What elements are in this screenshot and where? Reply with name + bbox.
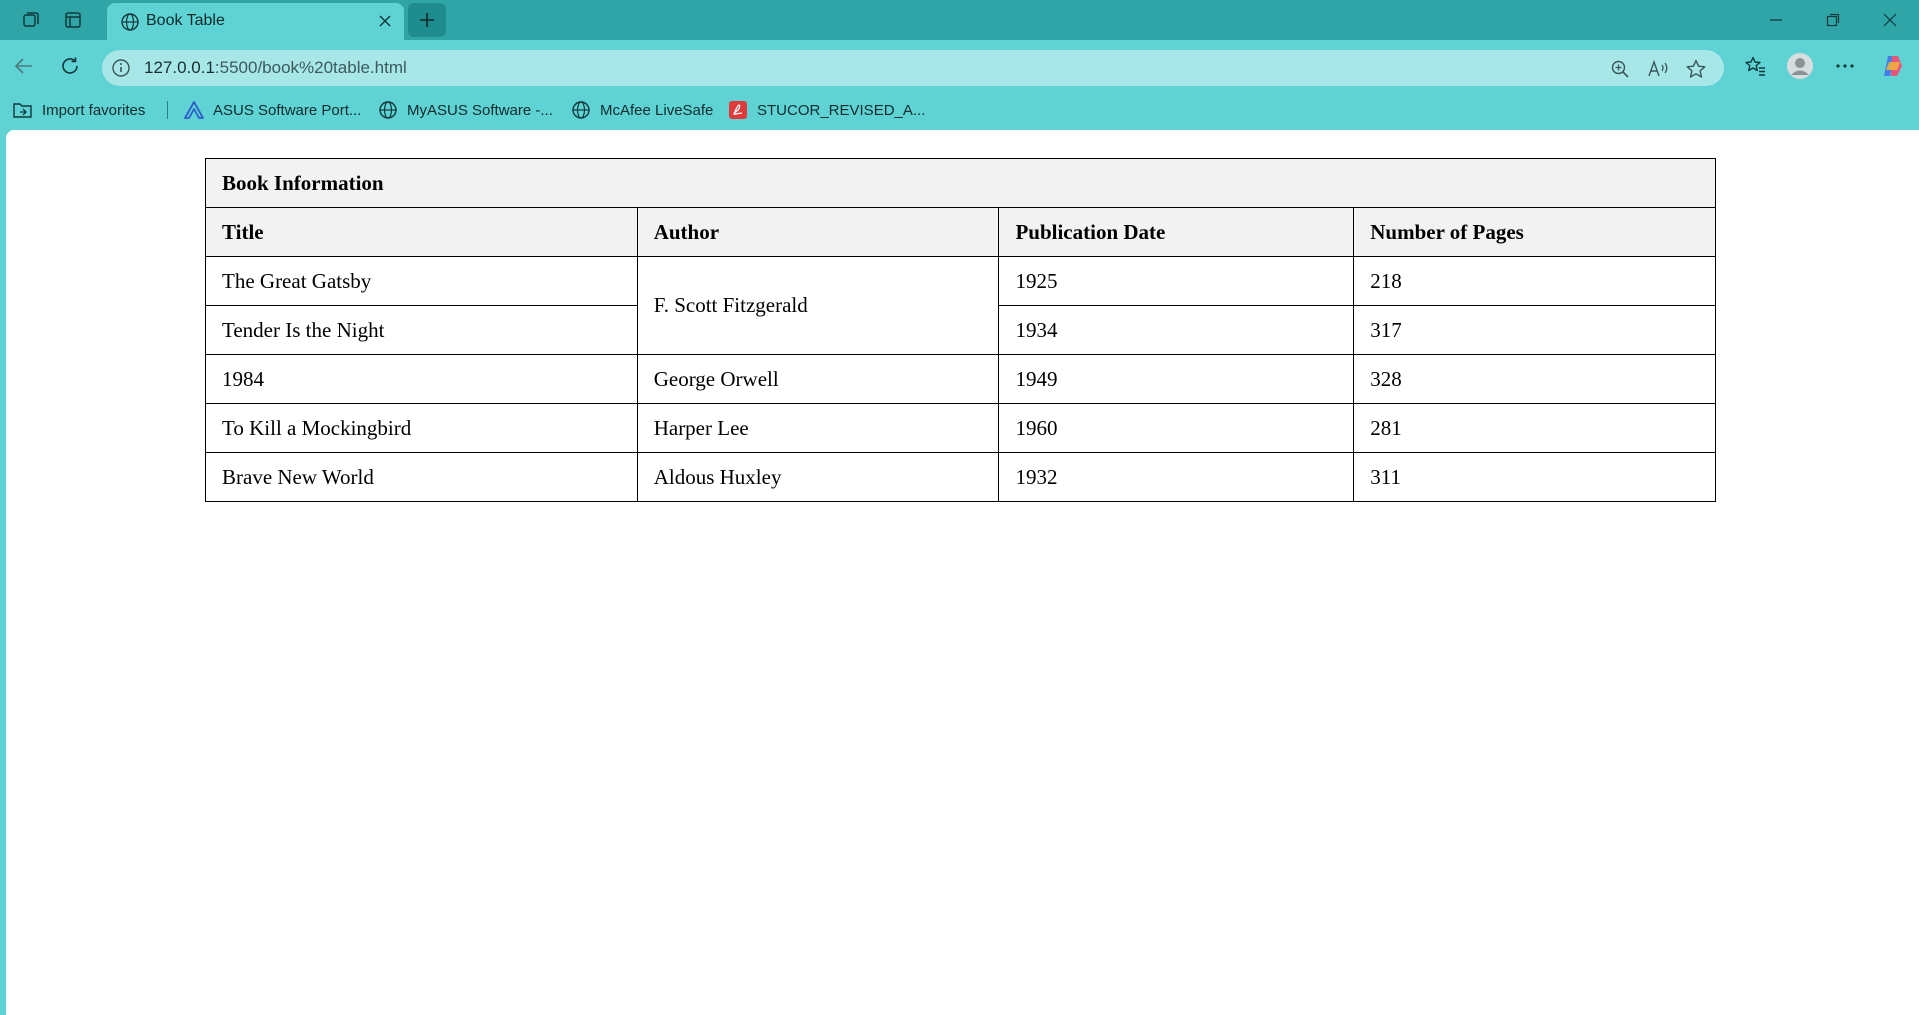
folder-import-icon — [12, 99, 34, 121]
column-header-title: Title — [205, 207, 638, 257]
bookmark-label: McAfee LiveSafe — [600, 101, 714, 119]
bookmark-label: ASUS Software Port... — [213, 101, 362, 119]
bookmark-label: STUCOR_REVISED_A... — [757, 101, 926, 119]
cell-title: Tender Is the Night — [205, 305, 638, 355]
column-header-publication-date: Publication Date — [998, 207, 1355, 257]
close-icon — [1883, 13, 1897, 27]
cell-date: 1934 — [998, 305, 1355, 355]
new-tab-button[interactable] — [408, 3, 446, 37]
cell-pages: 218 — [1353, 256, 1716, 306]
back-button[interactable] — [8, 50, 40, 82]
cell-title: To Kill a Mockingbird — [205, 403, 638, 453]
bookmarks-bar: Import favorites ASUS Software Port... M… — [0, 90, 1919, 130]
zoom-icon[interactable] — [1607, 56, 1633, 82]
bookmark-divider — [167, 101, 168, 119]
bookmark-stucor-revised[interactable]: STUCOR_REVISED_A... — [727, 98, 925, 122]
bookmark-asus-software-portal[interactable]: ASUS Software Port... — [183, 98, 361, 122]
favorites-button[interactable] — [1739, 50, 1771, 82]
column-header-pages: Number of Pages — [1353, 207, 1716, 257]
restore-button[interactable] — [1805, 0, 1861, 40]
table-row: Brave New World Aldous Huxley 1932 311 — [205, 452, 1716, 502]
vertical-tabs-icon[interactable] — [58, 6, 88, 34]
address-bar[interactable]: 127.0.0.1:5500/book%20table.html — [102, 50, 1724, 86]
cell-title: Brave New World — [205, 452, 638, 502]
book-table: Book Information Title Author Publicatio… — [205, 158, 1716, 502]
table-caption-row: Book Information — [205, 158, 1716, 208]
close-window-button[interactable] — [1862, 0, 1918, 40]
bookmark-myasus-software[interactable]: MyASUS Software -... — [377, 98, 553, 122]
table-header-row: Title Author Publication Date Number of … — [205, 207, 1716, 257]
bookmark-label: MyASUS Software -... — [407, 101, 553, 119]
cell-author: Aldous Huxley — [636, 452, 1000, 502]
url-host: 127.0.0.1 — [144, 58, 215, 77]
settings-menu-button[interactable] — [1829, 50, 1861, 82]
refresh-button[interactable] — [54, 50, 86, 82]
cell-author: Harper Lee — [636, 403, 1000, 453]
refresh-icon — [62, 57, 78, 74]
close-tab-icon[interactable] — [374, 10, 396, 32]
url-text: 127.0.0.1:5500/book%20table.html — [144, 58, 407, 78]
table-row: The Great Gatsby F. Scott Fitzgerald 192… — [205, 256, 1716, 355]
cell-pages: 311 — [1353, 452, 1716, 502]
cell-pages: 317 — [1353, 305, 1716, 355]
page-viewport: Book Information Title Author Publicatio… — [6, 130, 1919, 1015]
cell-author: F. Scott Fitzgerald — [636, 256, 1000, 355]
table-caption: Book Information — [205, 158, 1716, 208]
favorite-star-icon[interactable] — [1683, 56, 1709, 82]
back-arrow-icon — [14, 58, 32, 74]
browser-window: Book Table 127.0.0.1:5500/book%20table.h… — [0, 0, 1919, 1015]
column-header-author: Author — [636, 207, 1000, 257]
tab-strip: Book Table — [0, 0, 1919, 40]
cell-date: 1949 — [998, 354, 1355, 404]
asus-logo-icon — [183, 99, 205, 121]
globe-icon — [377, 99, 399, 121]
restore-icon — [1826, 13, 1840, 27]
plus-icon — [420, 13, 434, 27]
bookmark-import-favorites[interactable]: Import favorites — [12, 98, 145, 122]
cell-date: 1932 — [998, 452, 1355, 502]
minimize-icon — [1770, 19, 1782, 21]
copilot-icon — [1884, 56, 1902, 76]
cell-pages: 281 — [1353, 403, 1716, 453]
table-row: To Kill a Mockingbird Harper Lee 1960 28… — [205, 403, 1716, 453]
globe-icon — [570, 99, 592, 121]
globe-icon — [120, 12, 140, 32]
tab-book-table[interactable]: Book Table — [107, 3, 404, 40]
more-dots-icon — [1836, 64, 1854, 68]
site-info-icon[interactable] — [110, 57, 132, 79]
bookmark-mcafee-livesafe[interactable]: McAfee LiveSafe — [570, 98, 713, 122]
workspaces-icon[interactable] — [16, 6, 46, 34]
cell-title: The Great Gatsby — [205, 256, 638, 306]
toolbar: 127.0.0.1:5500/book%20table.html — [0, 40, 1919, 90]
profile-button[interactable] — [1784, 50, 1816, 82]
cell-date: 1960 — [998, 403, 1355, 453]
favorites-list-icon — [1745, 56, 1765, 76]
avatar-icon — [1787, 53, 1813, 79]
cell-title: 1984 — [205, 354, 638, 404]
bookmark-label: Import favorites — [42, 101, 146, 119]
pdf-icon — [727, 99, 749, 121]
cell-date: 1925 — [998, 256, 1355, 306]
table-row: 1984 George Orwell 1949 328 — [205, 354, 1716, 404]
tab-title: Book Table — [146, 12, 225, 29]
cell-pages: 328 — [1353, 354, 1716, 404]
read-aloud-icon[interactable] — [1645, 56, 1671, 82]
copilot-button[interactable] — [1877, 50, 1909, 82]
minimize-button[interactable] — [1748, 0, 1804, 40]
url-path: :5500/book%20table.html — [214, 58, 407, 77]
cell-author: George Orwell — [636, 354, 1000, 404]
